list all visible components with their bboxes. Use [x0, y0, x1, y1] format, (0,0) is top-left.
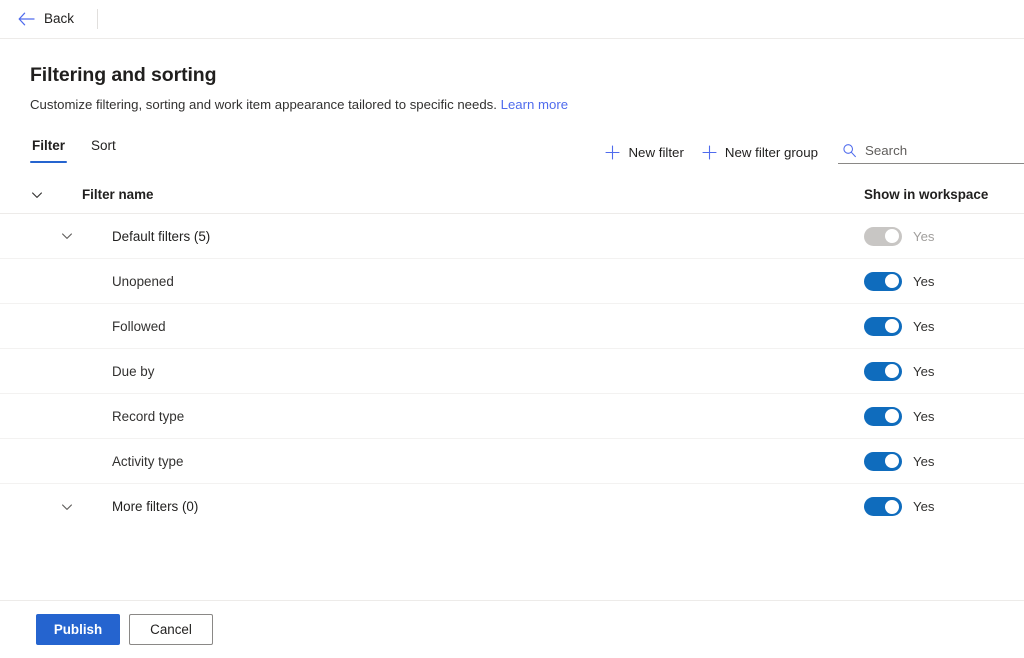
table-header-row: Filter name Show in workspace	[0, 176, 1024, 214]
row-expand-cell[interactable]	[30, 229, 112, 243]
page-subtitle: Customize filtering, sorting and work it…	[30, 97, 994, 112]
tab-sort[interactable]: Sort	[89, 138, 118, 163]
chevron-down-icon[interactable]	[60, 229, 74, 243]
new-filter-group-button[interactable]: New filter group	[694, 138, 828, 166]
row-toggle-cell: Yes	[864, 361, 1024, 381]
table-row[interactable]: Unopened Yes	[0, 259, 1024, 304]
row-expand-cell	[30, 319, 112, 333]
show-in-workspace-toggle[interactable]	[864, 497, 902, 516]
table-row[interactable]: Default filters (5) Yes	[0, 214, 1024, 259]
header-show-in-workspace: Show in workspace	[864, 187, 989, 202]
top-navigation-bar: Back	[0, 0, 1024, 39]
chevron-down-icon[interactable]	[60, 500, 74, 514]
toggle-label: Yes	[913, 408, 935, 424]
footer-action-bar: Publish Cancel	[0, 600, 1024, 658]
row-toggle-cell: Yes	[864, 497, 1024, 516]
row-filter-name: Due by	[112, 363, 155, 379]
toggle-knob	[885, 229, 899, 243]
new-filter-button[interactable]: New filter	[597, 138, 693, 166]
table-row[interactable]: Activity type Yes	[0, 439, 1024, 484]
row-toggle-cell: Yes	[864, 316, 1024, 336]
page-subtitle-text: Customize filtering, sorting and work it…	[30, 97, 497, 112]
toggle-label: Yes	[913, 453, 935, 469]
row-filter-name: Activity type	[112, 453, 184, 469]
toggle-label: Yes	[913, 499, 935, 514]
plus-icon	[702, 144, 717, 160]
table-row[interactable]: Record type Yes	[0, 394, 1024, 439]
toggle-label: Yes	[913, 228, 935, 244]
chevron-placeholder	[60, 364, 74, 378]
toggle-label: Yes	[913, 363, 935, 379]
search-input[interactable]	[865, 143, 1024, 158]
learn-more-link[interactable]: Learn more	[501, 97, 568, 112]
toggle-knob	[885, 409, 899, 423]
plus-icon	[605, 144, 621, 160]
header-expand-cell[interactable]	[30, 188, 82, 202]
row-toggle-cell: Yes	[864, 271, 1024, 291]
row-filter-name: Default filters (5)	[112, 228, 211, 244]
toggle-knob	[885, 499, 899, 514]
new-filter-label: New filter	[628, 144, 684, 160]
back-button[interactable]: Back	[12, 4, 80, 34]
publish-button[interactable]: Publish	[36, 614, 120, 645]
chevron-placeholder	[60, 319, 74, 333]
search-icon	[842, 143, 857, 158]
command-bar: Filter Sort New filter New filter group	[0, 138, 1024, 174]
back-label: Back	[44, 11, 75, 27]
row-toggle-cell: Yes	[864, 451, 1024, 471]
chevron-placeholder	[60, 454, 74, 468]
filters-table: Filter name Show in workspace Default fi…	[0, 176, 1024, 529]
tab-list: Filter Sort	[30, 138, 118, 163]
row-expand-cell	[30, 409, 112, 423]
tab-sort-label: Sort	[91, 138, 116, 153]
page-title: Filtering and sorting	[30, 64, 217, 86]
show-in-workspace-toggle[interactable]	[864, 361, 902, 381]
chevron-placeholder	[60, 409, 74, 423]
toggle-knob	[885, 364, 899, 378]
row-expand-cell[interactable]	[30, 500, 112, 514]
table-row[interactable]: Due by Yes	[0, 349, 1024, 394]
chevron-placeholder	[60, 274, 74, 288]
row-expand-cell	[30, 364, 112, 378]
toggle-knob	[885, 319, 899, 333]
page-header: Filtering and sorting Customize filterin…	[0, 39, 1024, 112]
row-filter-name: Unopened	[112, 273, 174, 289]
chevron-down-icon[interactable]	[30, 188, 44, 202]
command-actions: New filter New filter group	[597, 138, 1024, 166]
row-filter-name: More filters (0)	[112, 499, 199, 514]
row-filter-name: Record type	[112, 408, 185, 424]
show-in-workspace-toggle[interactable]	[864, 406, 902, 426]
show-in-workspace-toggle	[864, 226, 902, 246]
row-filter-name: Followed	[112, 318, 166, 334]
row-expand-cell	[30, 274, 112, 288]
show-in-workspace-toggle[interactable]	[864, 271, 902, 291]
tab-filter[interactable]: Filter	[30, 138, 68, 163]
tab-filter-label: Filter	[32, 138, 66, 153]
header-filter-name[interactable]: Filter name	[82, 187, 864, 202]
table-row[interactable]: More filters (0) Yes	[0, 484, 1024, 529]
show-in-workspace-toggle[interactable]	[864, 451, 902, 471]
table-row[interactable]: Followed Yes	[0, 304, 1024, 349]
show-in-workspace-toggle[interactable]	[864, 316, 902, 336]
row-toggle-cell: Yes	[864, 226, 1024, 246]
row-toggle-cell: Yes	[864, 406, 1024, 426]
arrow-left-icon	[18, 12, 35, 26]
row-expand-cell	[30, 454, 112, 468]
toolbar-divider	[97, 9, 99, 29]
toggle-label: Yes	[913, 318, 935, 334]
cancel-button[interactable]: Cancel	[129, 614, 213, 645]
toggle-knob	[885, 454, 899, 468]
toggle-label: Yes	[913, 273, 935, 289]
search-box[interactable]	[838, 140, 1024, 164]
new-filter-group-label: New filter group	[724, 144, 818, 160]
toggle-knob	[885, 274, 899, 288]
